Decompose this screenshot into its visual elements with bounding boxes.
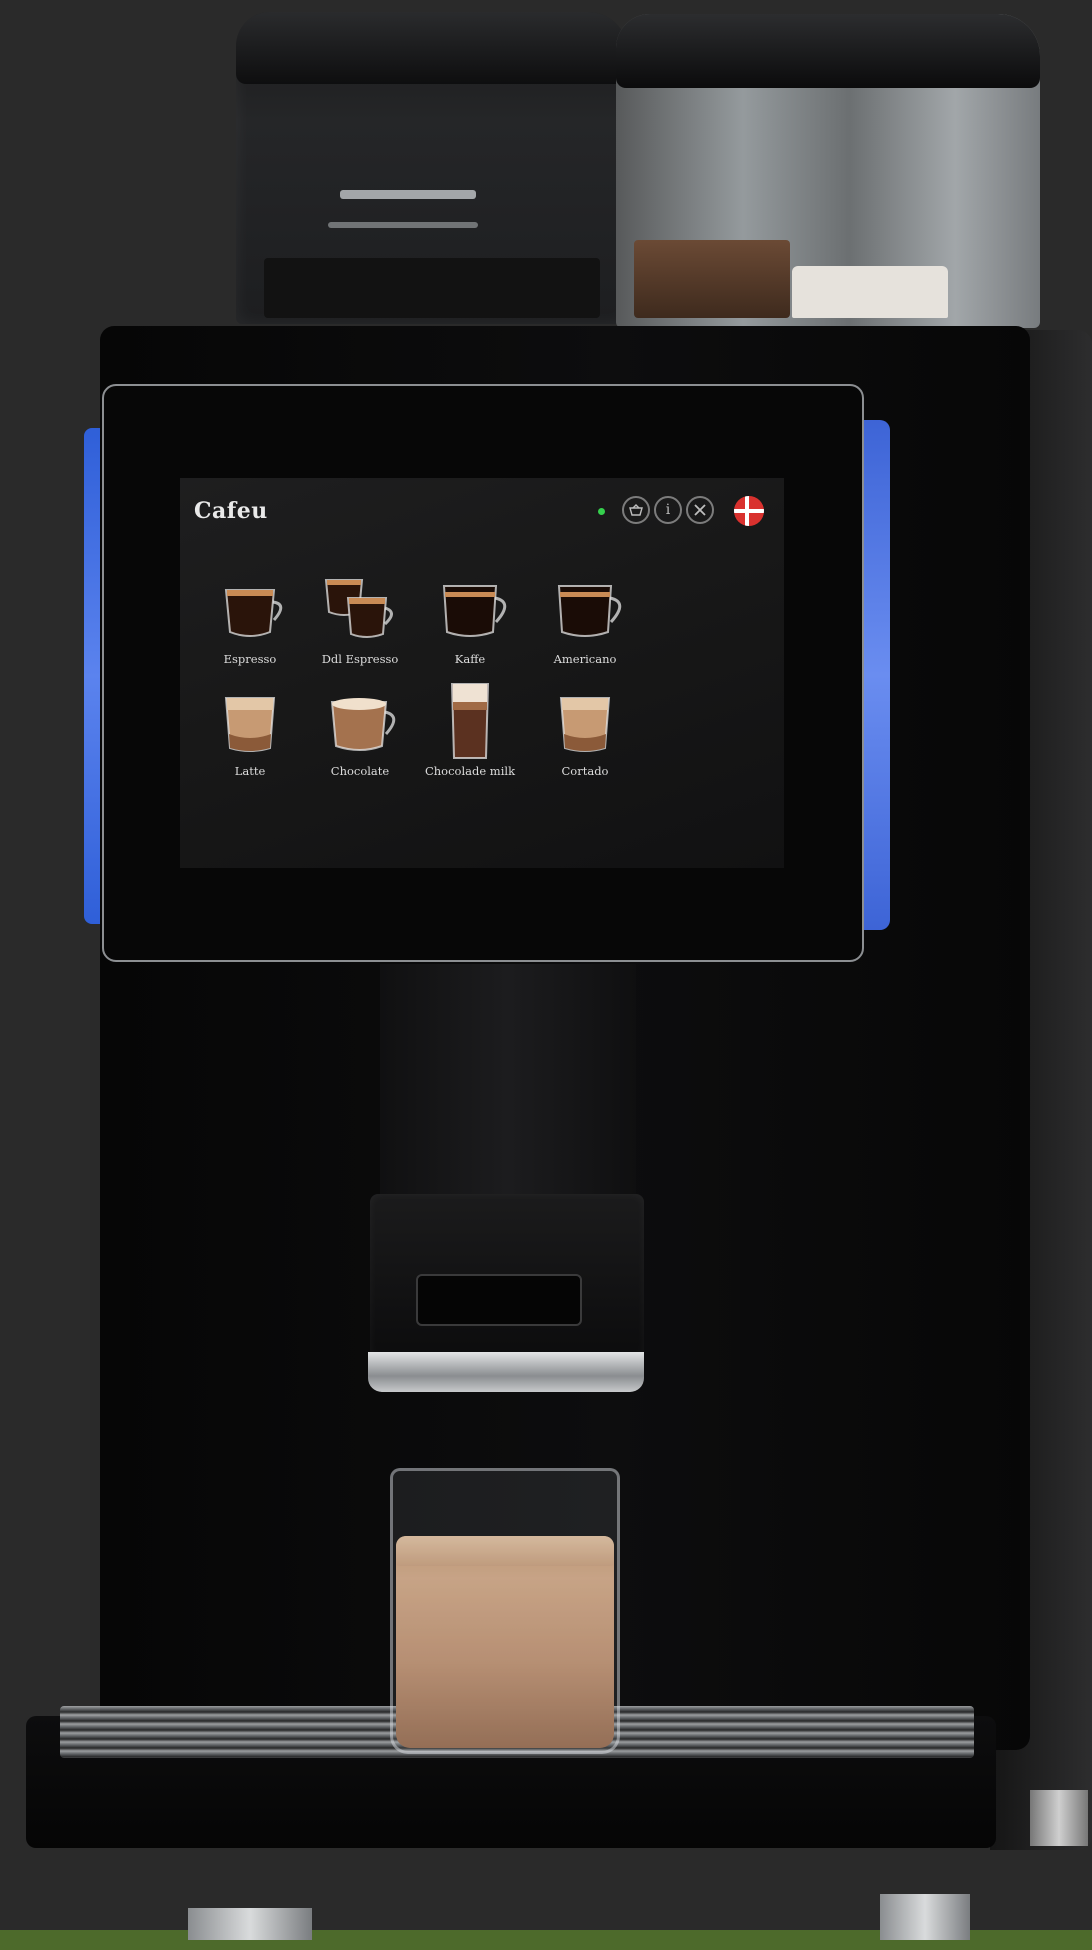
hopper-reflection (328, 222, 478, 228)
drink-label: Cortado (561, 764, 609, 778)
hopper-beans (264, 258, 600, 318)
bean-hopper-left-lid (236, 12, 628, 84)
dispenser-window (416, 1274, 582, 1326)
machine-foot (880, 1894, 970, 1940)
status-indicator (598, 508, 605, 515)
basket-icon[interactable] (622, 496, 650, 524)
dispenser-chrome-trim (368, 1352, 644, 1392)
drink-cup-icon (515, 680, 655, 762)
hopper-milk-powder (792, 266, 948, 318)
drink-label: Americano (553, 652, 617, 666)
powder-hopper-right-lid (616, 14, 1040, 88)
touch-screen: Cafeu i Espresso Ddl Espresso Kaffe Amer… (180, 478, 784, 868)
drink-cup-icon (515, 568, 655, 650)
blue-side-light-left (84, 428, 100, 924)
danish-flag-icon[interactable] (734, 496, 764, 526)
tools-icon[interactable] (686, 496, 714, 524)
cortado-glass (390, 1468, 620, 1754)
brand-logo: Cafeu (194, 498, 268, 524)
hopper-chocolate-powder (634, 240, 790, 318)
drink-button-americano[interactable]: Americano (515, 568, 655, 688)
hopper-reflection (340, 190, 476, 199)
machine-foot (1030, 1790, 1088, 1846)
brew-unit-neck (380, 964, 636, 1198)
drink-button-cortado[interactable]: Cortado (515, 680, 655, 800)
machine-foot (188, 1908, 312, 1940)
info-icon[interactable]: i (654, 496, 682, 524)
